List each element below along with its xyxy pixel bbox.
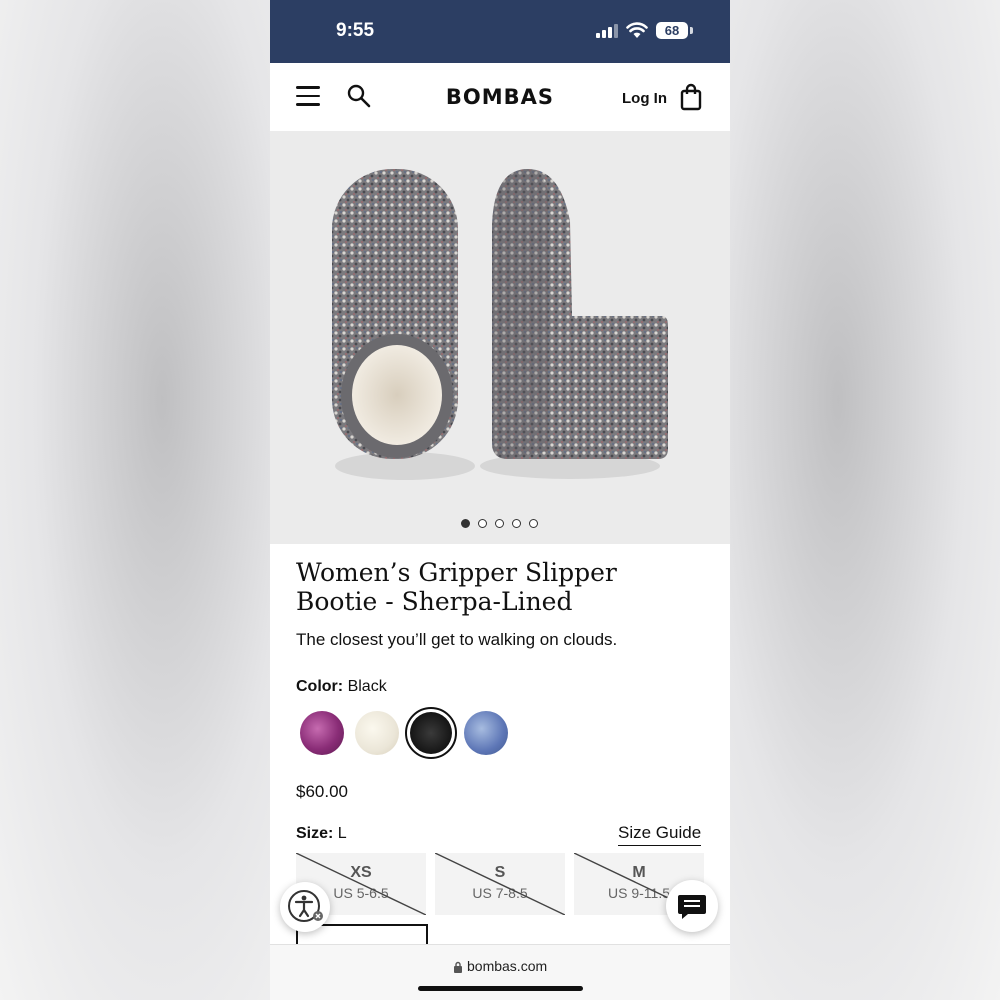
size-label-value: L [337,825,347,842]
color-swatch-blue[interactable] [464,711,508,755]
color-swatch-cream[interactable] [355,711,399,755]
gallery-pagination [460,519,550,531]
gallery-dot-3[interactable] [495,519,504,528]
size-guide-link[interactable]: Size Guide [618,823,702,846]
accessibility-button[interactable] [280,882,330,932]
color-label-key: Color: [296,678,344,695]
gallery-dot-4[interactable] [512,519,521,528]
status-bar: 9:55 68 [270,0,730,63]
product-tagline: The closest you’ll get to walking on clo… [296,630,618,649]
product-title-line-1: Women’s Gripper Slipper [296,558,617,587]
battery-tip [690,27,693,34]
lock-icon [454,961,462,973]
product-gallery[interactable] [270,131,730,544]
size-label: Size: L [296,825,347,843]
chat-button[interactable] [666,880,718,932]
unavailable-slash [435,853,565,915]
background-blur-right [730,0,1000,1000]
product-title-line-2: Bootie - Sherpa-Lined [296,587,573,616]
color-label: Color: Black [296,678,387,696]
chat-icon [678,895,706,919]
search-icon[interactable] [346,83,372,109]
gallery-dot-1[interactable] [461,519,470,528]
phone-screen: 9:55 68 BOMBAS Log In Women’s Gripper Sl… [270,0,730,1000]
site-header: BOMBAS Log In [270,63,730,131]
color-swatch-purple[interactable] [300,711,344,755]
shopping-bag-icon[interactable] [680,83,702,111]
gallery-dot-5[interactable] [529,519,538,528]
brand-logo[interactable]: BOMBAS [420,85,580,109]
background-blur-left [0,0,270,1000]
color-swatch-black[interactable] [410,712,452,754]
wifi-icon [626,22,648,38]
login-link[interactable]: Log In [622,90,667,107]
battery-indicator: 68 [656,22,688,39]
product-price: $60.00 [296,782,348,801]
size-option-s[interactable]: S US 7-8.5 [435,853,565,915]
product-image [332,169,668,480]
product-title: Women’s Gripper Slipper Bootie - Sherpa-… [296,558,696,616]
size-label-key: Size: [296,825,334,842]
color-label-value: Black [347,678,387,695]
status-time: 9:55 [336,20,375,41]
hamburger-menu-icon[interactable] [296,86,320,106]
accessibility-icon [288,890,323,922]
browser-url-bar[interactable]: bombas.com [270,944,730,1000]
home-indicator[interactable] [418,986,583,991]
cellular-signal-icon [596,24,618,38]
gallery-dot-2[interactable] [478,519,487,528]
url-text[interactable]: bombas.com [467,958,547,974]
